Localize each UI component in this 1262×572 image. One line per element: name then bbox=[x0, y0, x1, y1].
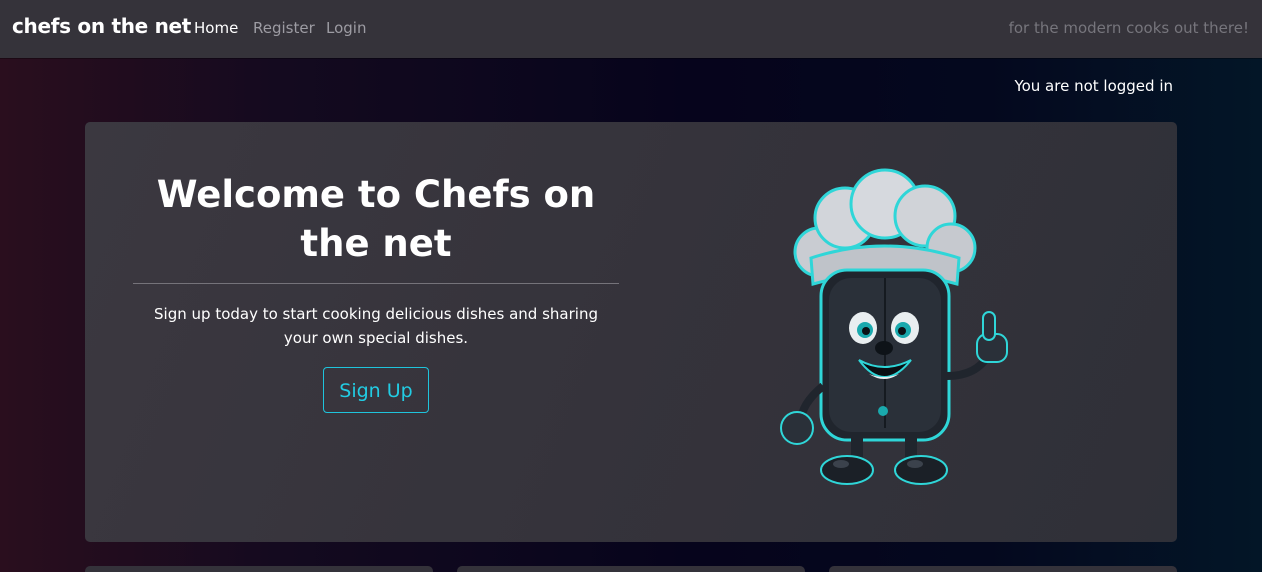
nav-link-register[interactable]: Register bbox=[253, 19, 315, 37]
nav-link-login[interactable]: Login bbox=[326, 19, 366, 37]
feature-card bbox=[829, 566, 1177, 572]
navbar-tagline: for the modern cooks out there! bbox=[1008, 19, 1249, 37]
top-navbar: chefs on the net Home Register Login for… bbox=[0, 0, 1262, 58]
hero-text-block: Welcome to Chefs on the net Sign up toda… bbox=[133, 170, 619, 413]
hero-divider bbox=[133, 283, 619, 284]
feature-card bbox=[85, 566, 433, 572]
feature-card bbox=[457, 566, 805, 572]
nav-link-home[interactable]: Home bbox=[194, 19, 238, 37]
brand-logo[interactable]: chefs on the net bbox=[12, 14, 191, 38]
hero-card: Welcome to Chefs on the net Sign up toda… bbox=[85, 122, 1177, 542]
login-status-text: You are not logged in bbox=[1014, 77, 1173, 95]
chef-mascot-icon bbox=[780, 168, 1008, 485]
hero-title: Welcome to Chefs on the net bbox=[156, 173, 596, 265]
hero-subtitle: Sign up today to start cooking delicious… bbox=[154, 305, 598, 347]
sign-up-button[interactable]: Sign Up bbox=[323, 367, 429, 413]
